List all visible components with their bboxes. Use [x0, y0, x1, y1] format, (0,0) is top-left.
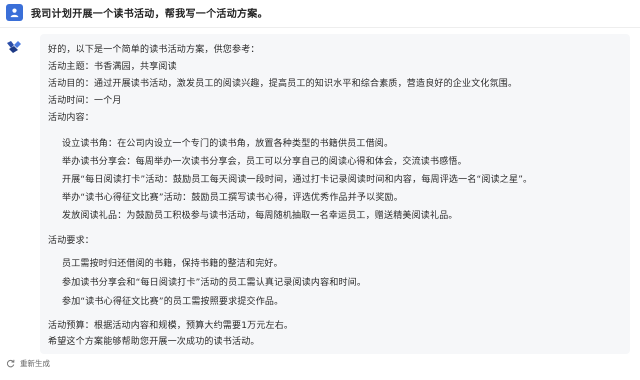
- content-item: 开展“每日阅读打卡”活动：鼓励员工每天阅读一段时间，通过打卡记录阅读时间和内容，…: [62, 175, 533, 185]
- content-item: 举办读书分享会：每周举办一次读书分享会，员工可以分享自己的阅读心得和体会，交流读…: [62, 157, 467, 167]
- requirement-item: 参加“读书心得征文比赛”的员工需按照要求提交作品。: [62, 297, 284, 307]
- answer-time: 活动时间：一个月: [48, 96, 122, 106]
- content-item: 发放阅读礼品：为鼓励员工积极参与读书活动，每周随机抽取一名幸运员工，赠送精美阅读…: [62, 211, 458, 221]
- answer-intro: 好的，以下是一个简单的读书活动方案，供您参考：: [48, 45, 260, 55]
- requirement-item: 参加读书分享会和“每日阅读打卡”活动的员工需认真记录阅读内容和时间。: [62, 278, 367, 288]
- assistant-logo-icon: [7, 41, 21, 53]
- refresh-icon: [6, 359, 15, 368]
- answer-budget: 活动预算：根据活动内容和规模，预算大约需要1万元左右。: [48, 321, 294, 331]
- regenerate-button[interactable]: 重新生成: [6, 358, 50, 369]
- answer-theme: 活动主题：书香满园，共享阅读: [48, 62, 177, 72]
- answer-purpose: 活动目的：通过开展读书活动，激发员工的阅读兴趣，提高员工的知识水平和综合素质，营…: [48, 79, 518, 89]
- message-divider: [0, 27, 640, 28]
- assistant-answer: 好的，以下是一个简单的读书活动方案，供您参考： 活动主题：书香满园，共享阅读 活…: [40, 34, 630, 354]
- answer-content-heading: 活动内容：: [48, 113, 95, 123]
- content-item: 设立读书角：在公司内设立一个专门的读书角，放置各种类型的书籍供员工借阅。: [62, 139, 394, 149]
- user-message-text: 我司计划开展一个读书活动，帮我写一个活动方案。: [31, 9, 268, 20]
- assistant-avatar: [5, 39, 23, 55]
- content-item: 举办“读书心得征文比赛”活动：鼓励员工撰写读书心得，评选优秀作品并予以奖励。: [62, 193, 403, 203]
- user-icon: [10, 8, 19, 18]
- answer-closing: 希望这个方案能够帮助您开展一次成功的读书活动。: [48, 337, 260, 347]
- regenerate-label: 重新生成: [20, 359, 50, 368]
- user-message-row: 我司计划开展一个读书活动，帮我写一个活动方案。: [0, 0, 640, 27]
- user-avatar: [6, 4, 23, 21]
- answer-requirements-heading: 活动要求：: [48, 236, 95, 246]
- requirement-item: 员工需按时归还借阅的书籍，保持书籍的整洁和完好。: [62, 259, 283, 269]
